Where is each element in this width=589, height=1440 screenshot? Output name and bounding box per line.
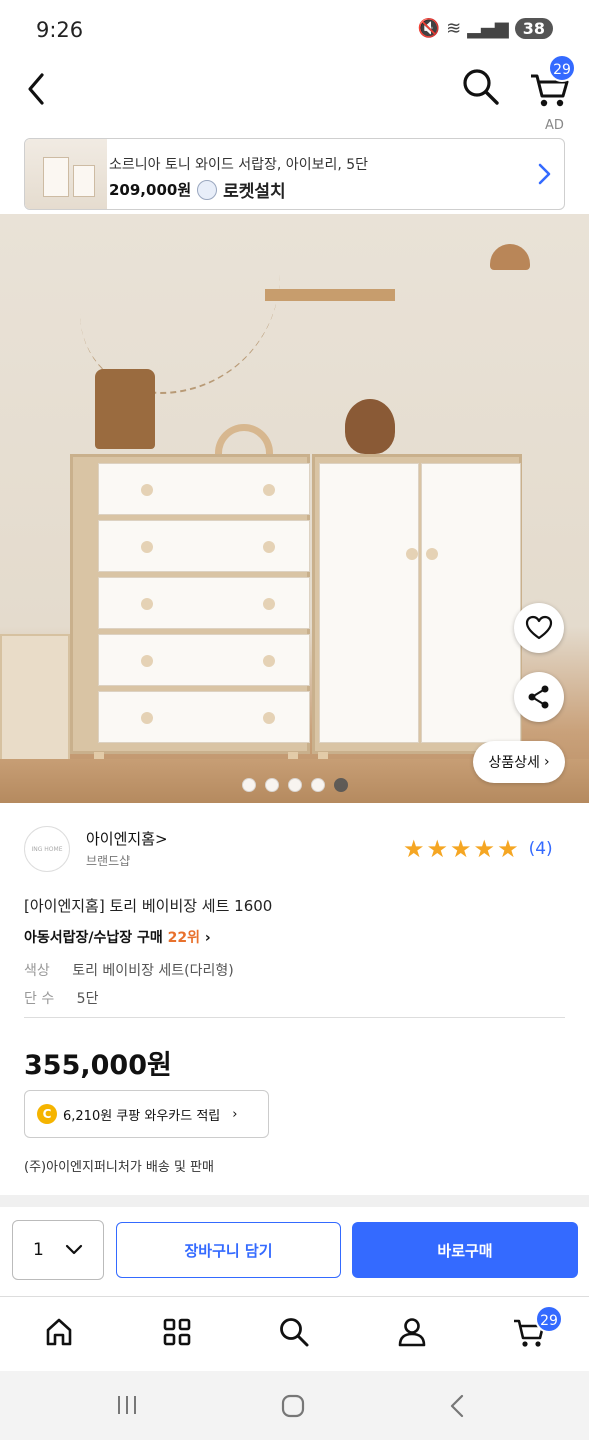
tab-my-account[interactable]: [390, 1312, 434, 1352]
share-button[interactable]: [514, 672, 564, 722]
tab-cart-badge: 29: [535, 1305, 563, 1333]
brand-shop-label: 브랜드샵: [86, 854, 131, 868]
section-spacer: [0, 1195, 589, 1207]
product-title: [아이엔지홈] 토리 베이비장 세트 1600: [24, 897, 273, 915]
home-button-icon[interactable]: [280, 1393, 306, 1419]
gallery-dot-active[interactable]: [334, 778, 348, 792]
product-price: 355,000원: [24, 1050, 172, 1081]
gallery-pagination: [242, 778, 348, 792]
star-icon: ★: [450, 835, 472, 863]
user-icon: [398, 1318, 426, 1347]
category-ranking-link[interactable]: 아동서랍장/수납장 구매 22위 ›: [24, 927, 211, 947]
chevron-down-icon: [65, 1244, 83, 1255]
wardrobe-cabinet: [312, 454, 522, 754]
drawer-cabinet: [70, 454, 310, 754]
star-icon: ★: [497, 835, 519, 863]
option-color: 색상 토리 베이비장 세트(다리형): [24, 960, 234, 980]
teddy-bear: [345, 399, 395, 454]
status-bar: 9:26 🔇 ≋ ▂▄▆ 38: [0, 0, 589, 62]
back-arrow-icon[interactable]: [20, 67, 60, 111]
chevron-right-icon: ›: [543, 754, 550, 770]
ad-label: AD: [545, 118, 564, 133]
ad-price: 209,000원: [109, 181, 192, 199]
option-key: 색상: [24, 963, 50, 979]
product-detail-button[interactable]: 상품상세 ›: [473, 741, 565, 783]
option-value: 토리 베이비장 세트(다리형): [72, 963, 234, 979]
tab-search[interactable]: [272, 1312, 316, 1352]
add-to-cart-button[interactable]: 장바구니 담기: [116, 1222, 341, 1278]
grid-icon: [163, 1318, 191, 1346]
coin-icon: C: [37, 1104, 57, 1124]
status-icons: 🔇 ≋ ▂▄▆ 38: [418, 18, 553, 39]
option-tiers: 단 수 5단: [24, 988, 98, 1008]
tab-home[interactable]: [37, 1312, 81, 1352]
ad-thumbnail: [25, 139, 107, 209]
pendant-lamp: [490, 244, 530, 270]
signal-icon: ▂▄▆: [467, 18, 509, 39]
play-kitchen: [0, 634, 70, 764]
recent-apps-icon[interactable]: [115, 1393, 139, 1417]
seller-info: (주)아이엔지퍼니처가 배송 및 판매: [24, 1160, 214, 1175]
search-icon[interactable]: [460, 66, 502, 108]
gallery-dot[interactable]: [311, 778, 325, 792]
chevron-right-icon: ›: [232, 1106, 238, 1122]
wooden-rainbow-toy: [215, 424, 273, 454]
divider: [24, 1017, 565, 1018]
quantity-select[interactable]: 1: [12, 1220, 104, 1280]
rocket-icon: [197, 179, 218, 200]
star-icon: ★: [426, 835, 449, 863]
battery-badge: 38: [514, 18, 553, 39]
back-icon[interactable]: [447, 1393, 467, 1419]
option-key: 단 수: [24, 991, 55, 1007]
reward-text: 6,210원 쿠팡 와우카드 적립: [63, 1108, 221, 1124]
search-icon: [280, 1318, 309, 1347]
status-time: 9:26: [36, 18, 84, 42]
gallery-dot[interactable]: [288, 778, 302, 792]
wall-shelf: [265, 289, 395, 301]
system-navigation-bar: [0, 1371, 589, 1440]
gallery-dot[interactable]: [242, 778, 256, 792]
chevron-right-icon: ›: [204, 930, 211, 946]
quantity-value: 1: [33, 1240, 44, 1260]
chevron-right-icon: [538, 163, 551, 185]
wifi-icon: ≋: [446, 18, 462, 39]
cart-count-badge: 29: [548, 54, 576, 82]
review-count[interactable]: (4): [529, 839, 553, 859]
heart-icon: [525, 615, 553, 640]
ad-price-row: 209,000원 로켓설치: [109, 177, 286, 202]
category-label: 아동서랍장/수납장 구매: [24, 930, 163, 946]
wicker-basket: [95, 369, 155, 449]
product-image[interactable]: [0, 214, 589, 803]
star-icon: ★: [403, 835, 425, 863]
wow-card-reward[interactable]: C 6,210원 쿠팡 와우카드 적립 ›: [24, 1090, 269, 1138]
rating-stars[interactable]: ★ ★ ★ ★ ★ (4): [403, 836, 553, 862]
top-nav: 29: [0, 54, 589, 122]
mute-icon: 🔇: [417, 18, 441, 39]
product-detail-label: 상품상세: [488, 755, 540, 771]
ad-banner[interactable]: 소르니아 토니 와이드 서랍장, 아이보리, 5단 209,000원 로켓설치: [24, 138, 565, 210]
rocket-badge: 로켓설치: [223, 182, 286, 202]
home-icon: [46, 1318, 72, 1346]
divider: [0, 1296, 589, 1297]
brand-logo[interactable]: ING HOME: [24, 826, 70, 872]
wishlist-button[interactable]: [514, 603, 564, 653]
brand-name-link[interactable]: 아이엔지홈>: [86, 828, 168, 849]
option-value: 5단: [76, 991, 99, 1007]
star-icon: ★: [473, 835, 496, 863]
tab-categories[interactable]: [155, 1312, 199, 1352]
category-rank: 22위: [167, 930, 201, 946]
gallery-dot[interactable]: [265, 778, 279, 792]
share-icon: [528, 685, 549, 709]
ad-title: 소르니아 토니 와이드 서랍장, 아이보리, 5단: [109, 157, 369, 173]
buy-now-button[interactable]: 바로구매: [352, 1222, 578, 1278]
